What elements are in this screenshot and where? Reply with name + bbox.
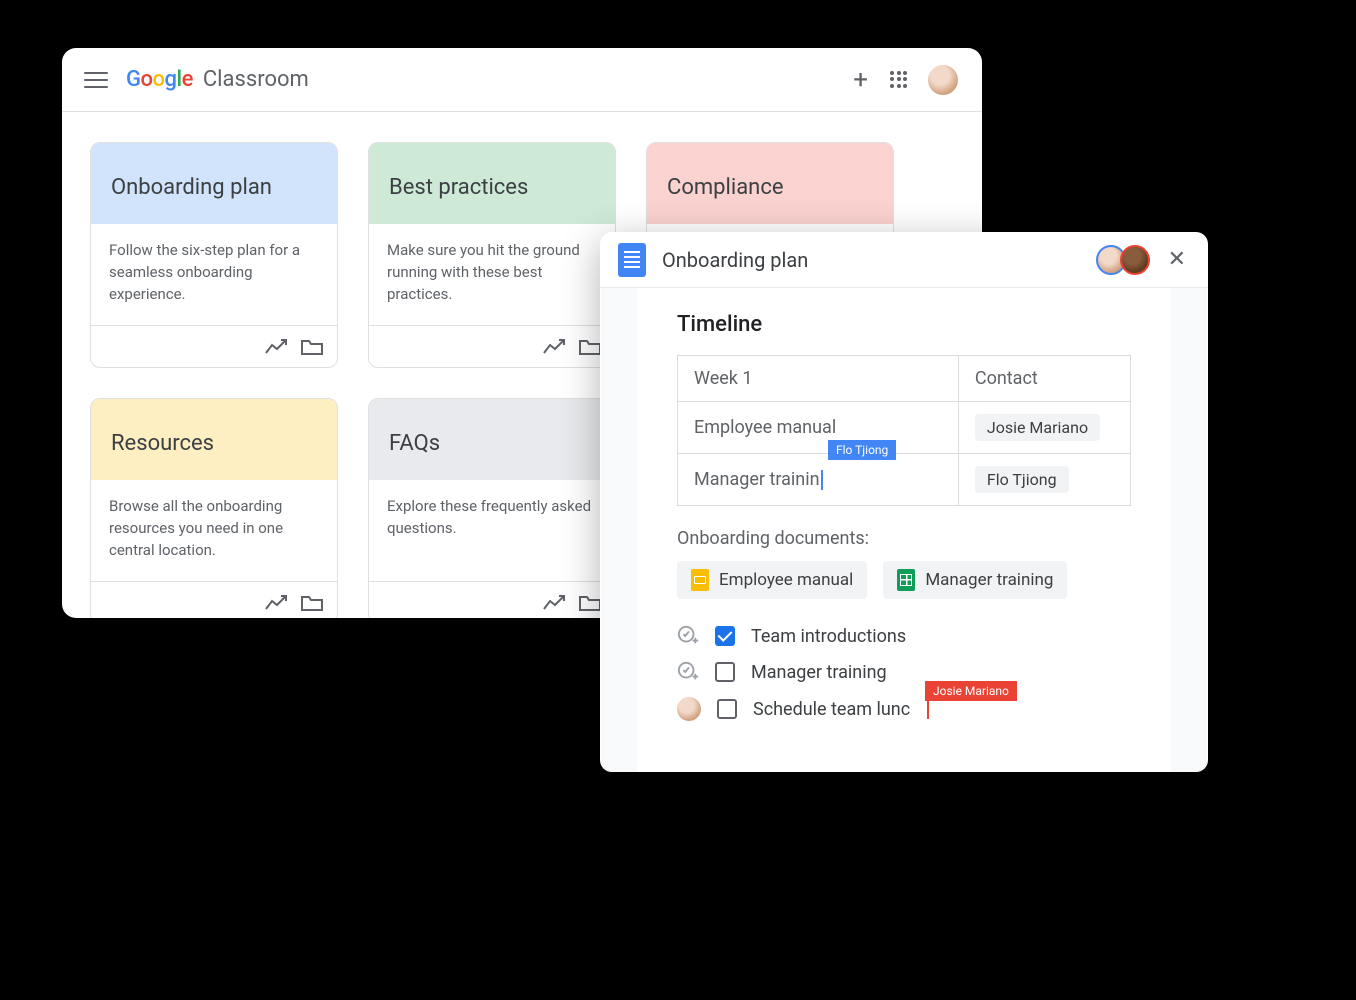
close-icon[interactable]: ✕: [1164, 243, 1190, 276]
contact-chip[interactable]: Flo Tjiong: [975, 466, 1069, 493]
table-cell-text: Manager trainin: [694, 469, 820, 490]
table-row: Employee manual Josie Mariano: [678, 402, 1131, 454]
table-cell-task: Employee manual: [678, 402, 959, 454]
checkbox[interactable]: [715, 626, 735, 646]
card-description: Follow the six-step plan for a seamless …: [91, 224, 337, 325]
contact-chip[interactable]: Josie Mariano: [975, 414, 1100, 441]
table-header-contact: Contact: [958, 356, 1130, 402]
class-card-faqs[interactable]: FAQs Explore these frequently asked ques…: [368, 398, 616, 618]
checkbox[interactable]: [715, 662, 735, 682]
assignee-avatar[interactable]: [677, 697, 701, 721]
collaborator-tag: Josie Mariano: [925, 681, 1017, 701]
card-footer: [369, 325, 615, 367]
google-apps-icon[interactable]: [890, 71, 908, 89]
checkbox[interactable]: [717, 699, 737, 719]
docs-title: Onboarding plan: [662, 248, 808, 272]
card-description: Explore these frequently asked questions…: [369, 480, 615, 581]
class-card-best-practices[interactable]: Best practices Make sure you hit the gro…: [368, 142, 616, 368]
onboarding-docs-label: Onboarding documents:: [677, 528, 1131, 549]
checklist-label: Team introductions: [751, 626, 906, 647]
collaborator-avatars[interactable]: [1102, 245, 1150, 275]
checklist-item: Schedule team lunc Josie Mariano: [677, 697, 1131, 721]
menu-icon[interactable]: [84, 68, 108, 92]
account-avatar[interactable]: [926, 63, 960, 97]
table-row: Manager trainin Flo Tjiong Flo Tjiong: [678, 454, 1131, 506]
checklist-label: Manager training: [751, 662, 887, 683]
folder-icon[interactable]: [579, 594, 601, 612]
docs-header: Onboarding plan ✕: [600, 232, 1208, 288]
timeline-table: Week 1 Contact Employee manual Josie Mar…: [677, 355, 1131, 506]
collaborator-avatar[interactable]: [1120, 245, 1150, 275]
checklist-label: Schedule team lunc: [753, 699, 910, 720]
gradebook-icon[interactable]: [543, 339, 565, 355]
card-title: Compliance: [647, 143, 893, 224]
create-class-icon[interactable]: +: [853, 67, 868, 93]
checklist-item: Team introductions: [677, 625, 1131, 647]
card-footer: [91, 325, 337, 367]
folder-icon[interactable]: [579, 338, 601, 356]
document-chips-row: Employee manual Manager training: [677, 561, 1131, 599]
card-description: Make sure you hit the ground running wit…: [369, 224, 615, 325]
doc-chip-label: Manager training: [925, 570, 1053, 590]
timeline-heading: Timeline: [677, 312, 1131, 337]
collaborator-tag: Flo Tjiong: [828, 440, 896, 460]
card-footer: [369, 581, 615, 618]
table-cell-task: Manager trainin Flo Tjiong: [678, 454, 959, 506]
doc-chip-sheets[interactable]: Manager training: [883, 561, 1067, 599]
checklist: Team introductions Manager training Sche…: [677, 625, 1131, 721]
checklist-item: Manager training: [677, 661, 1131, 683]
google-slides-icon: [691, 569, 709, 591]
doc-chip-label: Employee manual: [719, 570, 853, 590]
google-logo: Google: [126, 67, 193, 92]
card-title: Onboarding plan: [91, 143, 337, 224]
collaborator-cursor: [821, 470, 823, 490]
docs-window: Onboarding plan ✕ Timeline Week 1 Contac…: [600, 232, 1208, 772]
table-header-week: Week 1: [678, 356, 959, 402]
card-title: FAQs: [369, 399, 615, 480]
product-name: Classroom: [203, 67, 309, 92]
folder-icon[interactable]: [301, 338, 323, 356]
classroom-header: Google Classroom +: [62, 48, 982, 112]
gradebook-icon[interactable]: [265, 595, 287, 611]
class-card-resources[interactable]: Resources Browse all the onboarding reso…: [90, 398, 338, 618]
doc-chip-slides[interactable]: Employee manual: [677, 561, 867, 599]
gradebook-icon[interactable]: [265, 339, 287, 355]
google-docs-icon: [618, 243, 646, 277]
add-checklist-icon[interactable]: [677, 625, 699, 647]
card-footer: [91, 581, 337, 618]
card-description: Browse all the onboarding resources you …: [91, 480, 337, 581]
folder-icon[interactable]: [301, 594, 323, 612]
card-title: Best practices: [369, 143, 615, 224]
gradebook-icon[interactable]: [543, 595, 565, 611]
collaborator-cursor: [927, 699, 929, 719]
docs-body[interactable]: Timeline Week 1 Contact Employee manual …: [636, 288, 1172, 772]
google-sheets-icon: [897, 569, 915, 591]
class-card-onboarding-plan[interactable]: Onboarding plan Follow the six-step plan…: [90, 142, 338, 368]
card-title: Resources: [91, 399, 337, 480]
add-checklist-icon[interactable]: [677, 661, 699, 683]
